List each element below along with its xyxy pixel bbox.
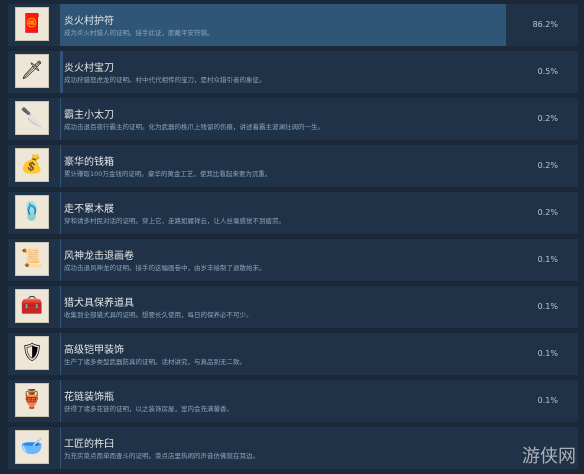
- achievement-title: 风神龙击退画卷: [64, 251, 134, 262]
- achievement-title: 豪华的钱箱: [64, 157, 114, 168]
- progress-bar: [60, 145, 61, 187]
- achievement-row[interactable]: 💰 豪华的钱箱 累计赚取100万金钱的证明。豪华的黄金工艺，使其比看起来要为沉重…: [8, 145, 578, 187]
- vase-icon: 🏺: [15, 383, 49, 417]
- progress-bar: [60, 380, 61, 422]
- achievement-title: 花链装饰瓶: [64, 392, 114, 403]
- achievement-percent: 0.1%: [537, 255, 558, 264]
- charm-icon: 🧧: [15, 7, 49, 41]
- achievement-percent: 0.1%: [537, 302, 558, 311]
- achievement-description: 获得了诸多花链的证明，以之装饰房屋，室内会充满馨香。: [64, 405, 233, 413]
- progress-bar: [60, 239, 61, 281]
- achievement-percent: 86.2%: [532, 20, 558, 29]
- wooden-sandal-icon: 🩴: [15, 195, 49, 229]
- progress-bar: [60, 192, 61, 234]
- progress-bar: [60, 51, 63, 93]
- achievement-row[interactable]: 🔪 霸主小太刀 成功击退百夜行霸主的证明。化为武器的桃爪上残留的伤痕，讲述着霸主…: [8, 98, 578, 140]
- progress-bar: [60, 98, 61, 140]
- achievement-description: 累计赚取100万金钱的证明。豪华的黄金工艺，使其比看起来要为沉重。: [64, 170, 272, 178]
- progress-bar: [60, 333, 61, 375]
- achievement-percent: 0.2%: [537, 161, 558, 170]
- scroll-icon: 📜: [15, 242, 49, 276]
- achievement-row[interactable]: 🥣 工匠的杵臼 为充实菜点而单而查斗的证明。菜点店里热闹的声音仿佛就在耳边。: [8, 427, 578, 469]
- achievement-title: 走不累木屐: [64, 204, 114, 215]
- achievement-percent: 0.5%: [537, 67, 558, 76]
- achievement-title: 炎火村宝刀: [64, 63, 114, 74]
- achievement-description: 成为炎火村猎人的证明。接手此证，愿戴平安符锦。: [64, 29, 214, 37]
- achievement-percent: 0.2%: [537, 208, 558, 217]
- armor-icon: 🛡: [15, 336, 49, 370]
- achievement-row[interactable]: 🗡 炎火村宝刀 成功狩猎怒虎龙的证明。村中代代相传的宝刀，是村众猎引者的象征。 …: [8, 51, 578, 93]
- progress-bar: [60, 4, 506, 46]
- achievement-row[interactable]: 🧧 炎火村护符 成为炎火村猎人的证明。接手此证，愿戴平安符锦。 86.2%: [8, 4, 578, 46]
- achievement-percent: 0.1%: [537, 349, 558, 358]
- achievement-title: 猎犬具保养道具: [64, 298, 134, 309]
- achievement-description: 收集到全部猎犬具的证明。想要长久使用，每日的保养必不可少。: [64, 311, 253, 319]
- achievement-description: 成功击退风神龙的证明。接手的这幅画卷中，由岁丰绘制了退散始末。: [64, 264, 266, 272]
- progress-bar: [60, 427, 61, 469]
- achievement-description: 穿和请多村民对话的证明。穿上它，走路如履祥云，让人丝毫感觉不到疲劳。: [64, 217, 285, 225]
- treasure-chest-icon: 💰: [15, 148, 49, 182]
- achievement-title: 炎火村护符: [64, 16, 114, 27]
- achievement-title: 高级铠甲装饰: [64, 345, 124, 356]
- achievement-percent: 0.2%: [537, 114, 558, 123]
- achievement-percent: 0.1%: [537, 396, 558, 405]
- achievement-row[interactable]: 🧰 猎犬具保养道具 收集到全部猎犬具的证明。想要长久使用，每日的保养必不可少。 …: [8, 286, 578, 328]
- achievement-title: 霸主小太刀: [64, 110, 114, 121]
- achievement-description: 成功狩猎怒虎龙的证明。村中代代相传的宝刀，是村众猎引者的象征。: [64, 76, 266, 84]
- tool-kit-icon: 🧰: [15, 289, 49, 323]
- achievement-row[interactable]: 🏺 花链装饰瓶 获得了诸多花链的证明，以之装饰房屋，室内会充满馨香。 0.1%: [8, 380, 578, 422]
- sword-icon: 🗡: [15, 54, 49, 88]
- achievement-row[interactable]: 🩴 走不累木屐 穿和请多村民对话的证明。穿上它，走路如履祥云，让人丝毫感觉不到疲…: [8, 192, 578, 234]
- achievement-row[interactable]: 📜 风神龙击退画卷 成功击退风神龙的证明。接手的这幅画卷中，由岁丰绘制了退散始末…: [8, 239, 578, 281]
- mortar-icon: 🥣: [15, 430, 49, 464]
- achievement-title: 工匠的杵臼: [64, 439, 114, 450]
- achievement-description: 生产了诸多类型武器防具的证明。话材讲究，与真品别无二致。: [64, 358, 246, 366]
- short-blade-icon: 🔪: [15, 101, 49, 135]
- achievement-description: 成功击退百夜行霸主的证明。化为武器的桃爪上残留的伤痕，讲述着霸主波澜壮阔的一生。: [64, 123, 324, 131]
- achievement-description: 为充实菜点而单而查斗的证明。菜点店里热闹的声音仿佛就在耳边。: [64, 452, 259, 460]
- watermark-logo: 游侠网: [522, 446, 576, 467]
- achievement-row[interactable]: 🛡 高级铠甲装饰 生产了诸多类型武器防具的证明。话材讲究，与真品别无二致。 0.…: [8, 333, 578, 375]
- progress-bar: [60, 286, 61, 328]
